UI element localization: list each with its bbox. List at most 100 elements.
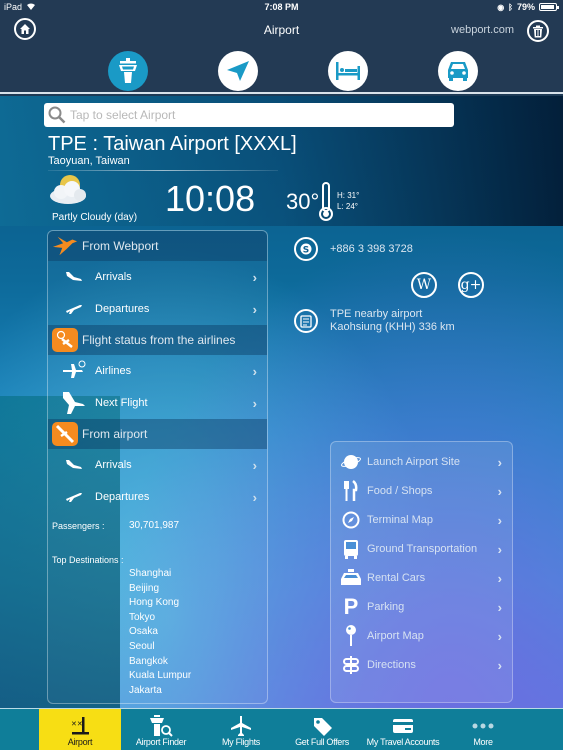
launch-airport-site-row[interactable]: Launch Airport Site ›	[331, 448, 512, 476]
bed-icon	[336, 62, 360, 80]
flight-info-panel: From Webport Arrivals › Departures › Fli…	[47, 230, 268, 704]
airport-map-row[interactable]: Airport Map ›	[331, 622, 512, 650]
temperature: 30°	[286, 189, 320, 214]
tab-my-travel-accounts[interactable]: My Travel Accounts	[360, 709, 446, 750]
category-bar	[0, 46, 563, 94]
departure-plane-icon	[56, 491, 92, 503]
tab-my-flights[interactable]: My Flights	[200, 709, 282, 750]
google-plus-icon: g+	[460, 277, 482, 293]
destination-item: Kuala Lumpur	[129, 670, 192, 681]
chevron-right-icon: ›	[497, 570, 502, 586]
tab-label: My Flights	[221, 737, 260, 747]
tab-more[interactable]: More	[442, 709, 524, 750]
battery-icon	[539, 3, 559, 11]
fork-knife-icon	[339, 480, 363, 502]
airport-title: TPE : Taiwan Airport [XXXL]	[48, 133, 297, 155]
car-icon	[448, 62, 468, 81]
row-label: Rental Cars	[367, 572, 426, 584]
temperature-high-low: H: 31° L: 24°	[337, 190, 359, 212]
section-header-label: From airport	[82, 427, 148, 441]
chevron-right-icon: ›	[497, 454, 502, 470]
destinations-label: Top Destinations :	[52, 555, 124, 565]
tab-label: Airport	[67, 737, 93, 747]
category-flights-button[interactable]	[218, 51, 258, 91]
next-flight-row[interactable]: Next Flight ›	[48, 387, 267, 419]
departure-plane-icon	[56, 303, 92, 315]
plane-icon	[230, 715, 252, 737]
nearby-airport-icon[interactable]	[294, 309, 318, 333]
runway-icon: ✕✕	[69, 715, 91, 737]
tower-search-icon	[149, 715, 173, 737]
webport-link[interactable]: webport.com	[451, 24, 514, 36]
destination-item: Bangkok	[129, 656, 168, 667]
section-flight-status: Flight status from the airlines	[48, 325, 267, 355]
category-airport-button[interactable]	[108, 51, 148, 91]
row-label: Directions	[367, 659, 416, 671]
trash-button[interactable]	[527, 20, 549, 42]
taxi-icon	[339, 569, 363, 587]
chevron-right-icon: ›	[497, 541, 502, 557]
passengers-label: Passengers :	[52, 521, 105, 531]
plane-icon	[56, 390, 92, 416]
svg-text:✕✕: ✕✕	[71, 720, 83, 728]
section-header-label: From Webport	[82, 239, 159, 253]
tab-airport[interactable]: ✕✕ Airport	[39, 709, 121, 750]
airlines-row[interactable]: Airlines ›	[48, 355, 267, 387]
arrival-plane-icon	[56, 271, 92, 283]
parking-row[interactable]: P Parking ›	[331, 593, 512, 621]
nearby-airport-detail: Kaohsiung (KHH) 336 km	[330, 321, 455, 333]
chevron-right-icon: ›	[252, 269, 257, 285]
ground-transportation-row[interactable]: Ground Transportation ›	[331, 535, 512, 563]
services-panel: Launch Airport Site › Food / Shops › Ter…	[330, 441, 513, 703]
tab-airport-finder[interactable]: Airport Finder	[120, 709, 202, 750]
passengers-value: 30,701,987	[129, 520, 180, 531]
chevron-right-icon: ›	[497, 512, 502, 528]
directions-row[interactable]: Directions ›	[331, 651, 512, 679]
bluetooth-icon: ᛒ	[508, 2, 513, 12]
airport-arrivals-row[interactable]: Arrivals ›	[48, 449, 267, 481]
terminal-map-row[interactable]: Terminal Map ›	[331, 506, 512, 534]
destination-item: Osaka	[129, 626, 158, 637]
rental-cars-row[interactable]: Rental Cars ›	[331, 564, 512, 592]
skype-icon[interactable]: S	[294, 237, 318, 261]
airport-departures-row[interactable]: Departures ›	[48, 481, 267, 513]
airport-search-input[interactable]	[70, 108, 450, 122]
svg-text:S: S	[303, 246, 309, 256]
wikipedia-button[interactable]: W	[411, 272, 437, 298]
row-label: Airlines	[95, 365, 132, 377]
category-hotels-button[interactable]	[328, 51, 368, 91]
map-pin-icon	[339, 625, 363, 647]
battery-percent: 79%	[516, 2, 535, 12]
temperature-high: H: 31°	[337, 191, 360, 200]
webport-arrivals-row[interactable]: Arrivals ›	[48, 261, 267, 293]
food-shops-row[interactable]: Food / Shops ›	[331, 477, 512, 505]
parking-icon: P	[343, 594, 359, 619]
bottom-tab-bar: ✕✕ Airport Airport Finder My Flights Get…	[0, 708, 563, 750]
weather-condition: Partly Cloudy (day)	[52, 212, 138, 223]
flight-status-icon	[52, 328, 78, 352]
status-time: 7:08 PM	[264, 2, 299, 12]
nearby-airport-info[interactable]: TPE nearby airport Kaohsiung (KHH) 336 k…	[330, 308, 455, 334]
webport-bird-icon	[52, 234, 78, 258]
destination-item: Shanghai	[129, 568, 172, 579]
tab-get-full-offers[interactable]: Get Full Offers	[281, 709, 363, 750]
control-tower-icon	[119, 58, 137, 83]
price-tag-icon	[311, 715, 333, 737]
category-cars-button[interactable]	[438, 51, 478, 91]
section-header-label: Flight status from the airlines	[82, 333, 236, 347]
google-plus-button[interactable]: g+	[458, 272, 484, 298]
webport-departures-row[interactable]: Departures ›	[48, 293, 267, 325]
destination-item: Hong Kong	[129, 597, 180, 608]
partly-cloudy-icon	[46, 174, 94, 208]
thermometer-icon	[318, 182, 334, 222]
local-time: 10:08	[165, 178, 256, 219]
chevron-right-icon: ›	[497, 628, 502, 644]
airport-search[interactable]	[44, 103, 454, 127]
wikipedia-icon: W	[416, 277, 432, 293]
row-label: Departures	[95, 303, 150, 315]
phone-number[interactable]: +886 3 398 3728	[330, 243, 413, 255]
chevron-right-icon: ›	[252, 489, 257, 505]
chevron-right-icon: ›	[497, 657, 502, 673]
signpost-icon	[339, 656, 363, 674]
credit-card-icon	[392, 715, 414, 737]
